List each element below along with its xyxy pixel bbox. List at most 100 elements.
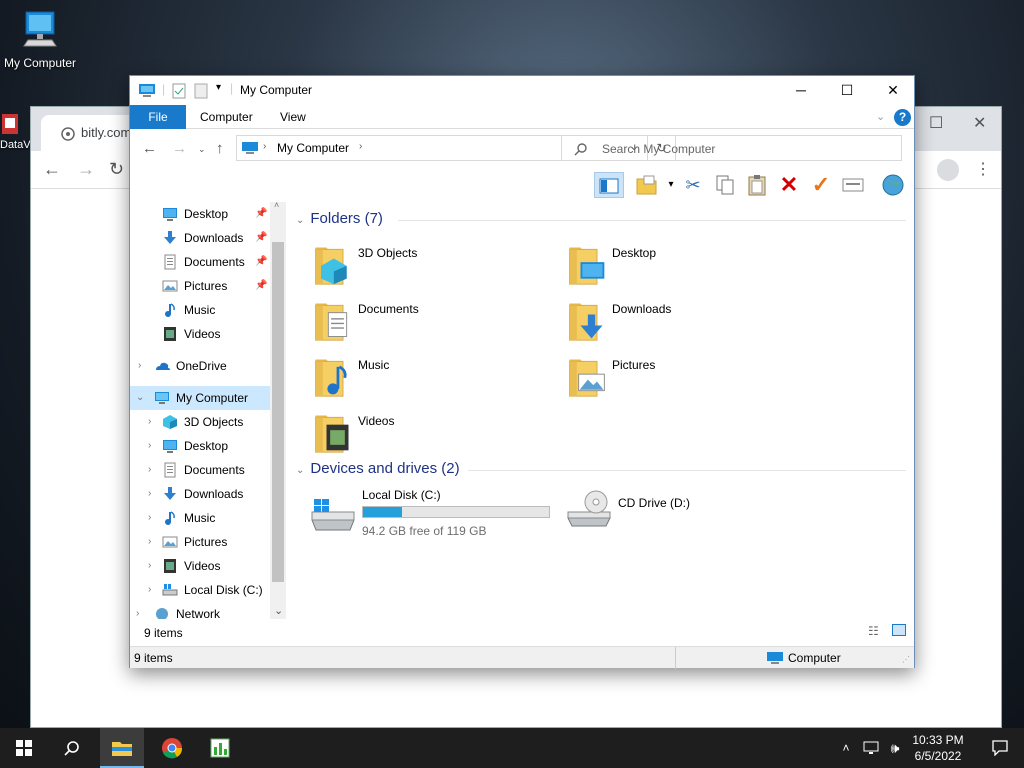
large-icons-view-icon[interactable]: [892, 624, 906, 636]
folder-item-3d-objects[interactable]: 3D Objects: [312, 238, 552, 288]
chevron-right-icon[interactable]: ›: [148, 482, 151, 506]
nav-item-downloads[interactable]: › Downloads: [130, 482, 270, 506]
nav-item-desktop[interactable]: › Desktop: [130, 434, 270, 458]
maximize-button[interactable]: ☐: [824, 76, 870, 104]
tab-view[interactable]: View: [280, 105, 306, 129]
back-icon[interactable]: ←: [142, 140, 157, 157]
start-button[interactable]: [2, 728, 46, 768]
check-icon[interactable]: ✓: [808, 172, 834, 198]
taskbar-chrome[interactable]: [150, 728, 194, 768]
pin-icon[interactable]: 📌: [255, 250, 267, 274]
nav-item-documents[interactable]: › Documents: [130, 458, 270, 482]
folder-item-pictures[interactable]: Pictures: [566, 350, 806, 400]
browser-close-icon[interactable]: ✕: [973, 113, 986, 133]
nav-item-pictures[interactable]: Pictures 📌: [130, 274, 270, 298]
volume-icon[interactable]: 🕪: [884, 728, 906, 768]
browser-reload-icon[interactable]: ↻: [109, 159, 124, 180]
rename-icon[interactable]: [840, 172, 866, 198]
browser-forward-icon[interactable]: →: [77, 159, 95, 180]
folder-item-music[interactable]: Music: [312, 350, 552, 400]
folder-item-downloads[interactable]: Downloads: [566, 294, 806, 344]
recent-locations-icon[interactable]: ⌄: [198, 144, 206, 155]
folder-item-videos[interactable]: Videos: [312, 406, 552, 456]
browser-back-icon[interactable]: ←: [43, 159, 61, 180]
chevron-right-icon[interactable]: ›: [148, 506, 151, 530]
chevron-right-icon[interactable]: ›: [136, 602, 139, 619]
breadcrumb-chevron-icon[interactable]: ›: [359, 141, 362, 152]
breadcrumb-item[interactable]: My Computer: [277, 141, 349, 155]
network-icon[interactable]: [860, 728, 882, 768]
delete-icon[interactable]: ✕: [776, 172, 802, 198]
chevron-right-icon[interactable]: ›: [138, 354, 141, 378]
profile-avatar[interactable]: [937, 159, 959, 181]
nav-item-local-disk-c-[interactable]: › Local Disk (C:): [130, 578, 270, 602]
taskbar-notepad-app[interactable]: [198, 728, 242, 768]
globe-icon[interactable]: [880, 172, 906, 198]
details-view-icon[interactable]: ☷: [868, 624, 879, 638]
tab-file[interactable]: File: [130, 105, 186, 129]
chevron-right-icon[interactable]: ›: [148, 578, 151, 602]
new-folder-icon[interactable]: [194, 83, 208, 99]
folder-options-icon[interactable]: [634, 172, 660, 198]
nav-scrollbar-thumb[interactable]: [272, 242, 284, 582]
browser-menu-icon[interactable]: ⋮: [975, 159, 991, 179]
folders-group-header[interactable]: ⌄ Folders (7): [296, 210, 906, 227]
nav-item-network[interactable]: › Network: [130, 602, 270, 619]
copy-icon[interactable]: [712, 172, 738, 198]
nav-item-music[interactable]: › Music: [130, 506, 270, 530]
nav-item-desktop[interactable]: Desktop 📌: [130, 202, 270, 226]
properties-icon[interactable]: [172, 83, 186, 99]
resize-grip-icon[interactable]: ⋰: [902, 655, 910, 664]
notifications-icon[interactable]: [978, 728, 1022, 768]
pin-icon[interactable]: 📌: [255, 274, 267, 298]
pane-toggle-icon[interactable]: [594, 172, 624, 198]
chevron-right-icon[interactable]: ›: [148, 434, 151, 458]
cut-icon[interactable]: ✂: [680, 172, 706, 198]
chevron-right-icon[interactable]: ›: [148, 410, 151, 434]
nav-item-downloads[interactable]: Downloads 📌: [130, 226, 270, 250]
pin-icon[interactable]: 📌: [255, 202, 267, 226]
folder-item-desktop[interactable]: Desktop: [566, 238, 806, 288]
nav-item-music[interactable]: Music: [130, 298, 270, 322]
paste-icon[interactable]: [744, 172, 770, 198]
nav-item-3d-objects[interactable]: › 3D Objects: [130, 410, 270, 434]
show-hidden-icons-icon[interactable]: ˄: [836, 728, 856, 768]
drives-group-header[interactable]: ⌄ Devices and drives (2): [296, 460, 906, 477]
scroll-down-icon[interactable]: ⌄: [274, 604, 283, 617]
chevron-right-icon[interactable]: ›: [148, 530, 151, 554]
drive-item-local-disk[interactable]: Local Disk (C:) 94.2 GB free of 119 GB: [308, 486, 558, 542]
desktop-my-computer-icon[interactable]: My Computer: [0, 8, 80, 70]
search-button[interactable]: [50, 728, 94, 768]
help-icon[interactable]: ?: [894, 109, 911, 126]
browser-maximize-icon[interactable]: ☐: [929, 113, 943, 133]
nav-item-videos[interactable]: › Videos: [130, 554, 270, 578]
ribbon-expand-icon[interactable]: ⌄: [876, 105, 885, 129]
nav-item-documents[interactable]: Documents 📌: [130, 250, 270, 274]
nav-item-my-computer[interactable]: ⌄ My Computer: [130, 386, 270, 410]
folder-item-documents[interactable]: Documents: [312, 294, 552, 344]
nav-item-onedrive[interactable]: › OneDrive: [130, 354, 270, 378]
minimize-button[interactable]: ─: [778, 76, 824, 104]
nav-item-videos[interactable]: Videos: [130, 322, 270, 346]
title-bar: | ▾ | My Computer ─ ☐ ✕: [130, 76, 914, 104]
clock[interactable]: 10:33 PM 6/5/2022: [908, 732, 968, 764]
pin-icon[interactable]: 📌: [255, 226, 267, 250]
tab-computer[interactable]: Computer: [200, 105, 253, 129]
scroll-up-icon[interactable]: ˄: [274, 202, 279, 210]
collapse-icon[interactable]: ⌄: [296, 465, 304, 476]
quick-access-dropdown-icon[interactable]: ▾: [216, 82, 221, 93]
drive-item-cd[interactable]: CD Drive (D:): [564, 486, 814, 542]
forward-icon[interactable]: →: [172, 140, 187, 157]
up-icon[interactable]: ↑: [216, 140, 224, 157]
chevron-down-icon[interactable]: ⌄: [136, 386, 144, 410]
taskbar-file-explorer[interactable]: [100, 728, 144, 768]
desktop-datav-icon[interactable]: DataV: [0, 112, 31, 151]
chevron-right-icon[interactable]: ›: [148, 458, 151, 482]
breadcrumb-chevron-icon[interactable]: ›: [263, 141, 266, 152]
nav-scrollbar[interactable]: ˄ ⌄: [270, 202, 286, 619]
search-box[interactable]: Search My Computer: [561, 135, 902, 161]
collapse-icon[interactable]: ⌄: [296, 215, 304, 226]
nav-item-pictures[interactable]: › Pictures: [130, 530, 270, 554]
close-button[interactable]: ✕: [870, 76, 916, 104]
chevron-right-icon[interactable]: ›: [148, 554, 151, 578]
